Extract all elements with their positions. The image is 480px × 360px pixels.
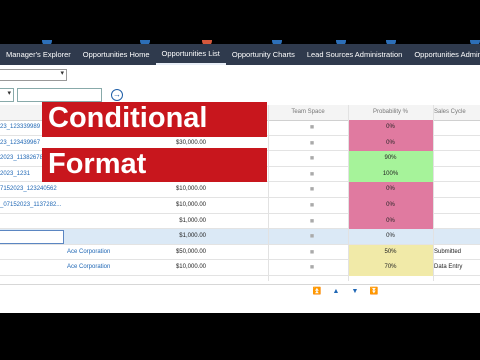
table-row[interactable]: 7152023_123240562 $10,000.00 ■ 0% [0, 182, 480, 198]
sales-cycle-cell [433, 167, 480, 183]
sales-cycle-cell [433, 229, 480, 245]
sales-cycle-cell [433, 198, 480, 214]
row-edit-input[interactable] [0, 230, 64, 244]
probability-cell: 0% [386, 139, 395, 146]
grid-bottom-border [0, 284, 480, 285]
amount-cell: $10,000.00 [175, 202, 206, 208]
sales-cycle-cell: Data Entry [434, 264, 463, 271]
probability-cell: 0% [386, 124, 395, 130]
top-letterbox [0, 0, 480, 44]
last-page-icon[interactable]: ⏬ [369, 288, 379, 296]
probability-cell: 50% [384, 248, 397, 255]
sales-cycle-cell [433, 136, 480, 152]
pager: ⏫ ▲ ▼ ⏬ [300, 288, 400, 298]
chevron-down-icon: ▾ [60, 70, 64, 77]
sales-cycle-cell [433, 214, 480, 230]
search-field-select[interactable]: ▾ [0, 88, 14, 102]
probability-cell: 90% [384, 155, 397, 162]
team-space-icon: ■ [309, 139, 315, 147]
table-row[interactable]: _07152023_1137282... $10,000.00 ■ 0% [0, 198, 480, 214]
opportunity-name-link[interactable] [0, 214, 64, 230]
amount-cell: $50,000.00 [175, 248, 206, 255]
team-space-icon: ■ [309, 124, 315, 131]
sales-cycle-cell [433, 182, 480, 198]
column-divider [268, 105, 269, 281]
team-space-icon: ■ [309, 202, 315, 209]
next-page-icon[interactable]: ▼ [350, 288, 360, 296]
opportunity-name-link[interactable] [0, 245, 64, 261]
tab-opportunities-home[interactable]: Opportunities Home [77, 44, 156, 65]
bottom-letterbox [0, 313, 480, 360]
column-divider [348, 105, 349, 281]
opportunity-name-link[interactable]: 7152023_123240562 [0, 182, 64, 198]
tab-opportunity-charts[interactable]: Opportunity Charts [226, 44, 301, 65]
probability-cell: 100% [382, 170, 399, 177]
account-link[interactable] [67, 182, 167, 198]
tab-lead-sources-administration[interactable]: Lead Sources Administration [301, 44, 408, 65]
team-space-icon: ■ [309, 264, 315, 272]
account-link[interactable] [67, 214, 167, 230]
team-space-icon: ■ [309, 217, 315, 225]
table-row[interactable]: $1,000.00 ■ 0% [0, 213, 480, 230]
account-link[interactable] [67, 229, 167, 245]
opportunity-name-link[interactable] [0, 260, 64, 276]
column-divider [433, 105, 434, 281]
team-space-icon: ■ [309, 170, 315, 178]
tab-opportunities-list[interactable]: Opportunities List [155, 44, 226, 65]
amount-cell: $1,000.00 [179, 233, 206, 240]
probability-cell: 0% [386, 217, 395, 224]
account-link[interactable]: Ace Corporation [67, 260, 167, 276]
team-space-icon: ■ [309, 233, 315, 241]
amount-cell: $10,000.00 [175, 264, 206, 271]
probability-cell: 70% [384, 264, 397, 271]
arrow-right-circle-icon: → [113, 90, 121, 99]
search-go-button[interactable]: → [111, 89, 123, 101]
amount-cell: $10,000.00 [175, 186, 206, 193]
team-space-icon: ■ [309, 155, 315, 163]
column-header-team-space[interactable]: Team Space [268, 105, 348, 120]
opportunity-name-link[interactable]: _07152023_1137282... [0, 198, 64, 214]
account-link[interactable] [67, 198, 167, 214]
table-row[interactable]: $1,000.00 ■ 0% [0, 229, 480, 245]
main-navbar: Manager's Explorer Opportunities Home Op… [0, 44, 480, 65]
sales-cycle-cell [433, 151, 480, 167]
table-row[interactable]: Ace Corporation $50,000.00 ■ 50% Submitted [0, 244, 480, 261]
probability-cell: 0% [386, 202, 395, 208]
table-row[interactable]: Ace Corporation $10,000.00 ■ 70% Data Entry [0, 260, 480, 276]
amount-cell: $1,000.00 [179, 217, 206, 224]
account-link[interactable]: Ace Corporation [67, 245, 167, 261]
sales-cycle-cell [433, 120, 480, 136]
title-banner-line2: Format [42, 148, 267, 182]
chevron-down-icon: ▾ [7, 90, 11, 97]
probability-cell: 0% [386, 186, 395, 193]
title-banner-line1: Conditional [42, 102, 267, 137]
search-input[interactable] [17, 88, 102, 102]
tab-opportunities-administration[interactable]: Opportunities Administratio [408, 44, 480, 65]
probability-cell: 0% [386, 233, 395, 240]
sales-cycle-cell: Submitted [434, 248, 462, 255]
column-header-sales-cycle[interactable]: Sales Cycle [433, 105, 480, 120]
first-page-icon[interactable]: ⏫ [312, 288, 322, 296]
tab-managers-explorer[interactable]: Manager's Explorer [0, 44, 77, 65]
column-header-probability[interactable]: Probability % [348, 105, 433, 120]
prev-page-icon[interactable]: ▲ [331, 288, 341, 296]
view-filter-select[interactable]: ▾ [0, 69, 67, 81]
team-space-icon: ■ [309, 186, 315, 194]
team-space-icon: ■ [309, 248, 315, 256]
